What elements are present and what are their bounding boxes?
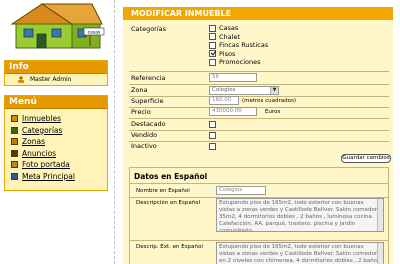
destacado-label: Destacado [131,120,166,128]
category-option[interactable]: Fincas Rusticas [209,41,268,50]
building-icon [11,115,18,123]
precio-row: Precio 430000.00 Euros [129,107,389,118]
sidebar-divider [114,0,115,264]
map-icon [11,138,18,146]
folder-icon [11,126,18,134]
category-checkbox-pisos[interactable] [209,50,216,58]
info-box: Info Master Admin [4,60,108,86]
menu-link-foto-portada[interactable]: Foto portada [22,160,70,169]
menu-item-anuncios[interactable]: Anuncios [11,148,107,160]
descrip-ext-label: Descrip. Ext. en Español [136,244,203,250]
inactivo-row: Inactivo [129,141,389,152]
sidebar: casas Info Master Admin Menú Inmuebles C… [0,0,112,264]
menu-item-inmuebles[interactable]: Inmuebles [11,113,107,125]
menu-link-inmuebles[interactable]: Inmuebles [22,114,61,123]
menu-item-foto-portada[interactable]: Foto portada [11,159,107,171]
user-icon [17,76,25,83]
destacado-checkbox[interactable] [209,120,216,128]
referencia-row: Referencia 56 [129,73,389,84]
zona-label: Zona [131,86,148,94]
menu-item-zonas[interactable]: Zonas [11,136,107,148]
category-option[interactable]: Pisos [209,50,268,59]
zona-row: Zona Colegios ▼ [129,85,389,96]
nombre-input[interactable]: Colegios [216,186,266,195]
categorias-options: Casas Chalet Fincas Rusticas Pisos Promo… [209,24,268,67]
category-option[interactable]: Chalet [209,33,268,42]
edit-property-panel: MODIFICAR INMUEBLE Categorías Casas Chal… [123,7,393,264]
superficie-label: Superficie [131,97,164,105]
menu-box: Menú Inmuebles Categorías Zonas Anuncios… [4,95,108,191]
menu-item-categorias[interactable]: Categorías [11,125,107,137]
house-logo-icon[interactable]: casas [8,2,106,50]
nombre-label: Nombre en Español [136,188,190,194]
category-option[interactable]: Promociones [209,58,268,67]
vendido-label: Vendido [131,131,158,139]
descrip-ext-row: Descrip. Ext. en Español Estupendo piso … [134,242,386,264]
document-icon [11,172,18,180]
chevron-down-icon[interactable]: ▼ [270,87,278,94]
logo-sign-text: casas [88,31,101,36]
datos-title: Datos en Español [134,172,208,181]
nombre-row: Nombre en Español Colegios [134,186,386,197]
row-divider [130,240,388,241]
descripcion-row: Descripción en Español Estupendo piso de… [134,198,386,234]
category-checkbox-casas[interactable] [209,24,216,32]
superficie-row: Superficie 160.00 (metros cuadrados) [129,96,389,107]
current-user: Master Admin [30,76,72,83]
superficie-input[interactable]: 160.00 [209,96,239,105]
referencia-label: Referencia [131,74,166,82]
categorias-row: Categorías Casas Chalet Fincas Rusticas … [129,24,389,78]
precio-label: Precio [131,108,151,116]
vendido-row: Vendido [129,130,389,141]
panel-title: MODIFICAR INMUEBLE [123,7,393,20]
precio-unit: Euros [265,108,281,115]
categorias-label: Categorías [131,25,167,33]
category-option[interactable]: Casas [209,24,268,33]
info-title: Info [5,61,107,74]
row-divider [130,183,388,184]
precio-input[interactable]: 430000.00 [209,107,257,116]
save-changes-button[interactable]: Guardar cambios [341,154,391,163]
superficie-unit: (metros cuadrados) [242,97,297,104]
menu-title: Menú [5,96,107,109]
menu-link-anuncios[interactable]: Anuncios [22,149,56,158]
category-checkbox-fincas[interactable] [209,41,216,49]
descripcion-textarea[interactable]: Estupendo piso de 165m2, todo exterior c… [216,198,384,232]
category-checkbox-chalet[interactable] [209,33,216,41]
inactivo-label: Inactivo [131,142,157,150]
category-checkbox-promociones[interactable] [209,58,216,66]
vendido-checkbox[interactable] [209,131,216,139]
zona-select[interactable]: Colegios ▼ [209,86,279,95]
menu-link-categorias[interactable]: Categorías [22,126,62,135]
referencia-input[interactable]: 56 [209,73,257,82]
scrollbar[interactable] [377,199,383,231]
menu-item-meta-principal[interactable]: Meta Principal [11,171,107,183]
megaphone-icon [11,149,18,157]
datos-section: Datos en Español Nombre en Español Coleg… [129,167,389,264]
inactivo-checkbox[interactable] [209,142,216,150]
menu-link-meta-principal[interactable]: Meta Principal [22,172,75,181]
destacado-row: Destacado [129,119,389,130]
photo-icon [11,161,18,169]
row-divider [129,71,389,72]
descripcion-label: Descripción en Español [136,200,201,206]
scrollbar[interactable] [377,243,383,264]
menu-link-zonas[interactable]: Zonas [22,137,45,146]
descrip-ext-textarea[interactable]: Estupendo piso de 165m2, todo exterior c… [216,242,384,264]
